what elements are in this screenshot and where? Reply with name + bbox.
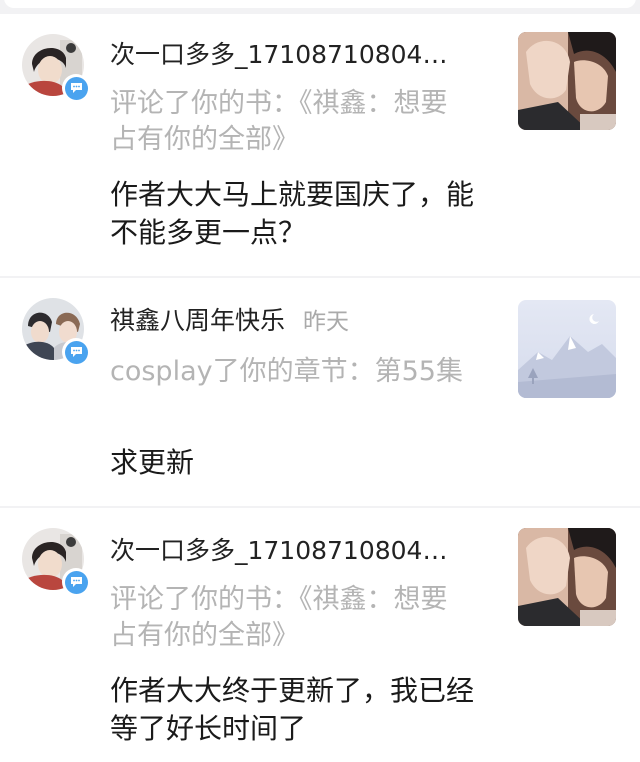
username[interactable]: 次一口多多_17108710804… [110,534,490,568]
comment-text: 作者大大马上就要国庆了，能不能多更一点？ [110,178,475,249]
action-text[interactable]: 评论了你的书：《祺鑫：想要占有你的全部》 [110,582,470,654]
book-cover-thumbnail[interactable] [518,528,616,626]
previous-card-edge [0,0,640,10]
book-cover-thumbnail[interactable] [518,32,616,130]
timestamp: 昨天 [303,309,350,335]
comment-text: 求更新 [110,446,195,479]
default-cover-thumbnail[interactable] [518,300,616,398]
notification-item[interactable]: 次一口多多_17108710804… 评论了你的书：《祺鑫：想要占有你的全部》 … [0,508,640,762]
avatar[interactable] [22,34,90,102]
avatar[interactable] [22,528,90,596]
message-bubble-icon [62,568,90,596]
message-bubble-icon [62,74,90,102]
username[interactable]: 次一口多多_17108710804… [110,38,490,72]
action-text[interactable]: 评论了你的书：《祺鑫：想要占有你的全部》 [110,86,470,158]
avatar[interactable] [22,298,90,366]
username[interactable]: 祺鑫八周年快乐 昨天 [110,304,490,339]
comment-text: 作者大大终于更新了，我已经等了好长时间了 [110,674,475,745]
username-text[interactable]: 次一口多多_17108710804… [110,536,447,565]
username-text[interactable]: 祺鑫八周年快乐 [110,306,285,335]
message-bubble-icon [62,338,90,366]
notification-item[interactable]: 次一口多多_17108710804… 评论了你的书：《祺鑫：想要占有你的全部》 … [0,14,640,276]
action-text[interactable]: cosplay了你的章节：第55集 [110,354,480,390]
notification-item[interactable]: 祺鑫八周年快乐 昨天 cosplay了你的章节：第55集 求更新 [0,278,640,506]
username-text[interactable]: 次一口多多_17108710804… [110,40,447,69]
